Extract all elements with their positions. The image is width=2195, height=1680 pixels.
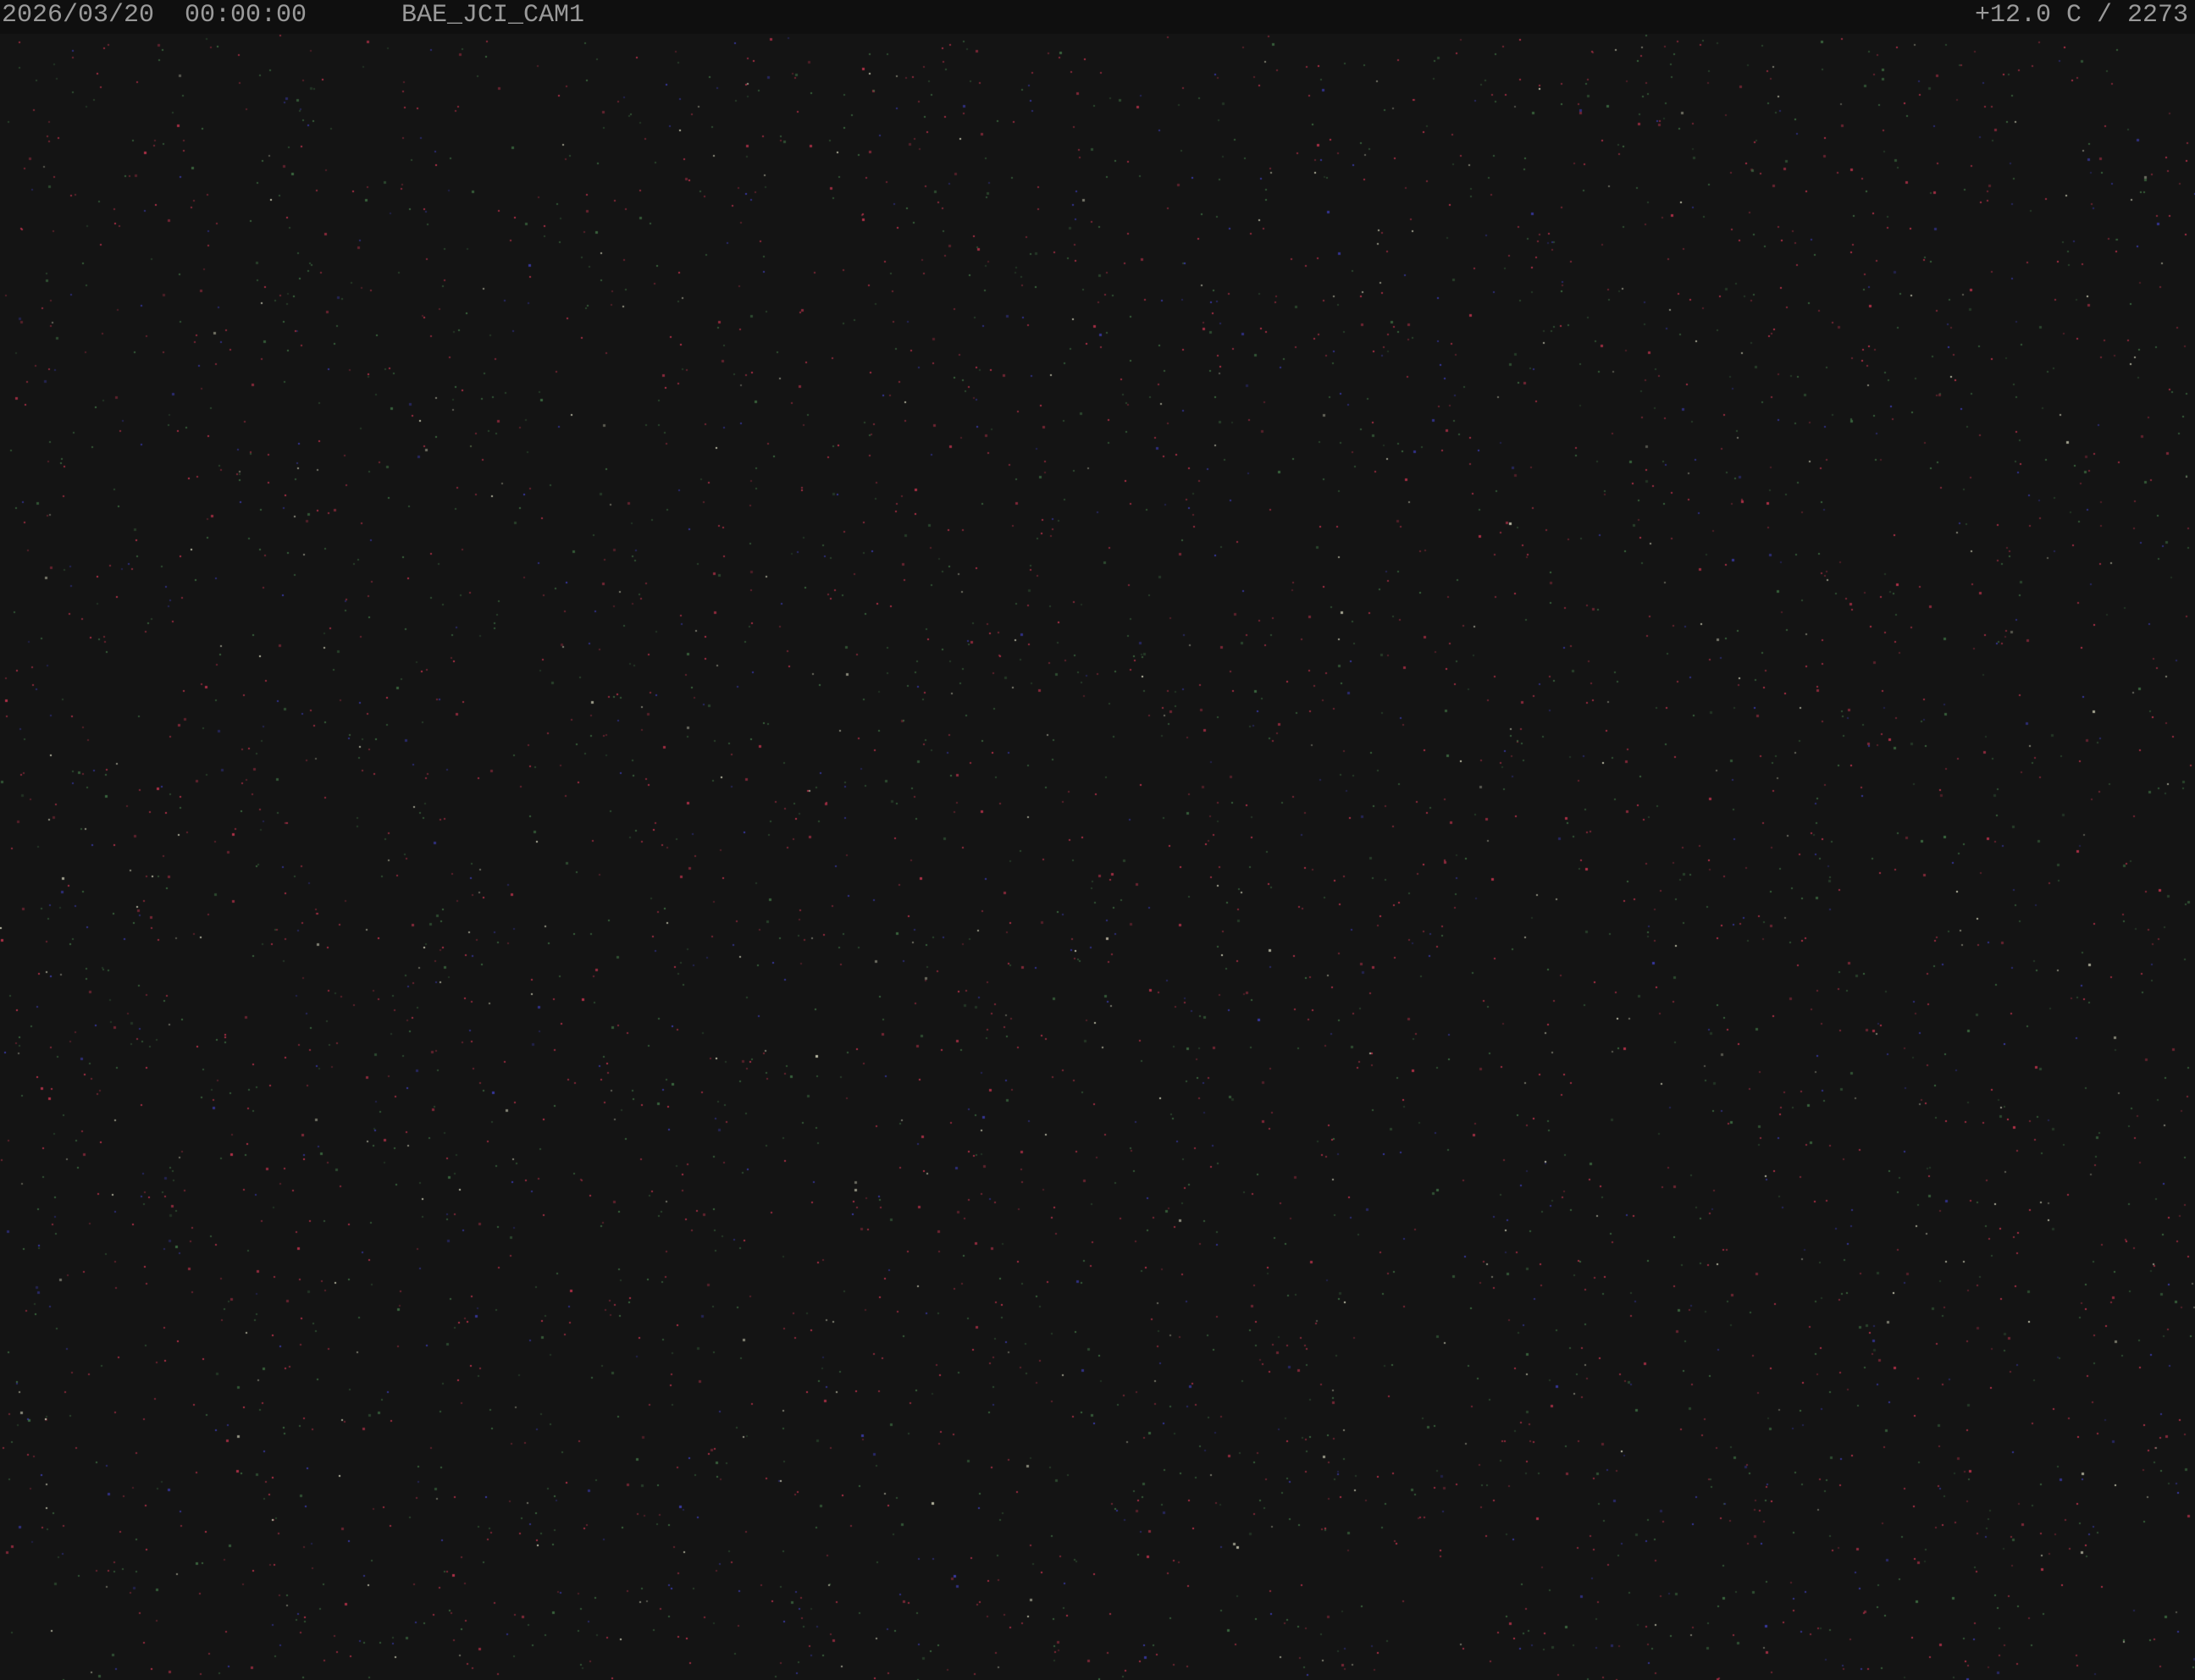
camera-frame: 2026/03/20 00:00:00 BAE_JCI_CAM1 +12.0 C…: [0, 0, 2195, 1680]
night-sky-image: [0, 0, 2195, 1680]
timestamp-label: 2026/03/20 00:00:00: [2, 1, 307, 30]
overlay-bar: 2026/03/20 00:00:00 BAE_JCI_CAM1 +12.0 C…: [0, 0, 2195, 34]
temperature-status-label: +12.0 C / 2273: [1974, 1, 2188, 30]
camera-name-label: BAE_JCI_CAM1: [401, 1, 585, 30]
